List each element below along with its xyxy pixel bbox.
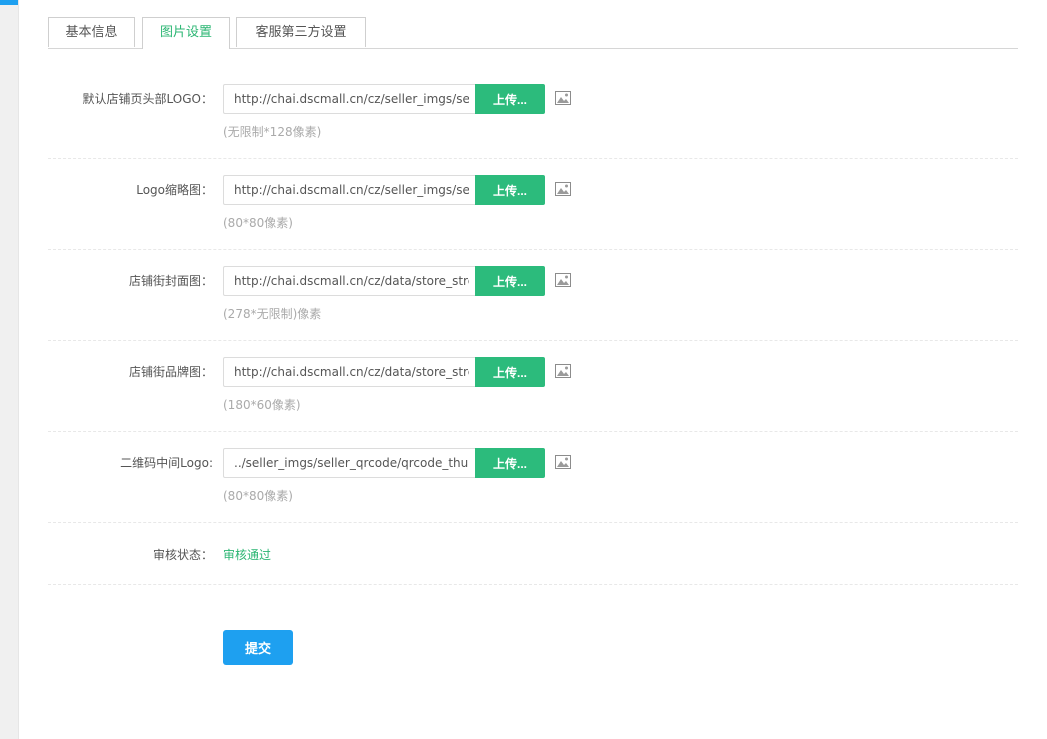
size-hint: (180*60像素) [223, 398, 301, 412]
upload-button[interactable]: 上传... [475, 448, 545, 478]
size-hint: (278*无限制)像素 [223, 307, 322, 321]
left-accent-bar [0, 0, 18, 5]
upload-button[interactable]: 上传... [475, 357, 545, 387]
field-label: 店铺街封面图： [128, 274, 213, 288]
upload-button[interactable]: 上传... [475, 175, 545, 205]
tab-bar: 基本信息 图片设置 客服第三方设置 [48, 17, 1018, 49]
image-icon[interactable] [555, 273, 571, 287]
upload-button[interactable]: 上传... [475, 84, 545, 114]
image-icon[interactable] [555, 364, 571, 378]
size-hint: (80*80像素) [223, 489, 293, 503]
tab-basic-info[interactable]: 基本信息 [48, 17, 135, 47]
street-brand-url-input[interactable] [223, 357, 475, 387]
size-hint: (80*80像素) [223, 216, 293, 230]
form-row-street-brand: 店铺街品牌图： 上传... (180*60像素) [48, 357, 1018, 432]
form-row-review-status: 审核状态： 审核通过 [48, 540, 1018, 585]
left-sidebar-strip [0, 0, 19, 739]
street-cover-url-input[interactable] [223, 266, 475, 296]
tab-image-settings[interactable]: 图片设置 [142, 17, 230, 49]
form-row-qrcode-logo: 二维码中间Logo: 上传... (80*80像素) [48, 448, 1018, 523]
review-status-value: 审核通过 [223, 548, 272, 562]
header-logo-url-input[interactable] [223, 84, 475, 114]
tab-customer-service-settings[interactable]: 客服第三方设置 [236, 17, 366, 47]
form-row-street-cover: 店铺街封面图： 上传... (278*无限制)像素 [48, 266, 1018, 341]
field-label: 店铺街品牌图： [128, 365, 213, 379]
logo-thumb-url-input[interactable] [223, 175, 475, 205]
image-icon[interactable] [555, 455, 571, 469]
field-label: 审核状态： [152, 548, 213, 562]
main-content: 基本信息 图片设置 客服第三方设置 默认店铺页头部LOGO： 上传... (无限… [48, 0, 1018, 739]
image-icon[interactable] [555, 91, 571, 105]
form-row-logo-thumb: Logo缩略图： 上传... (80*80像素) [48, 175, 1018, 250]
form-row-header-logo: 默认店铺页头部LOGO： 上传... (无限制*128像素) [48, 84, 1018, 159]
upload-button[interactable]: 上传... [475, 266, 545, 296]
size-hint: (无限制*128像素) [223, 125, 322, 139]
image-icon[interactable] [555, 182, 571, 196]
qrcode-logo-url-input[interactable] [223, 448, 475, 478]
field-label: 二维码中间Logo: [120, 456, 213, 470]
submit-button[interactable]: 提交 [223, 630, 293, 665]
field-label: Logo缩略图： [136, 183, 213, 197]
field-label: 默认店铺页头部LOGO： [82, 92, 213, 106]
